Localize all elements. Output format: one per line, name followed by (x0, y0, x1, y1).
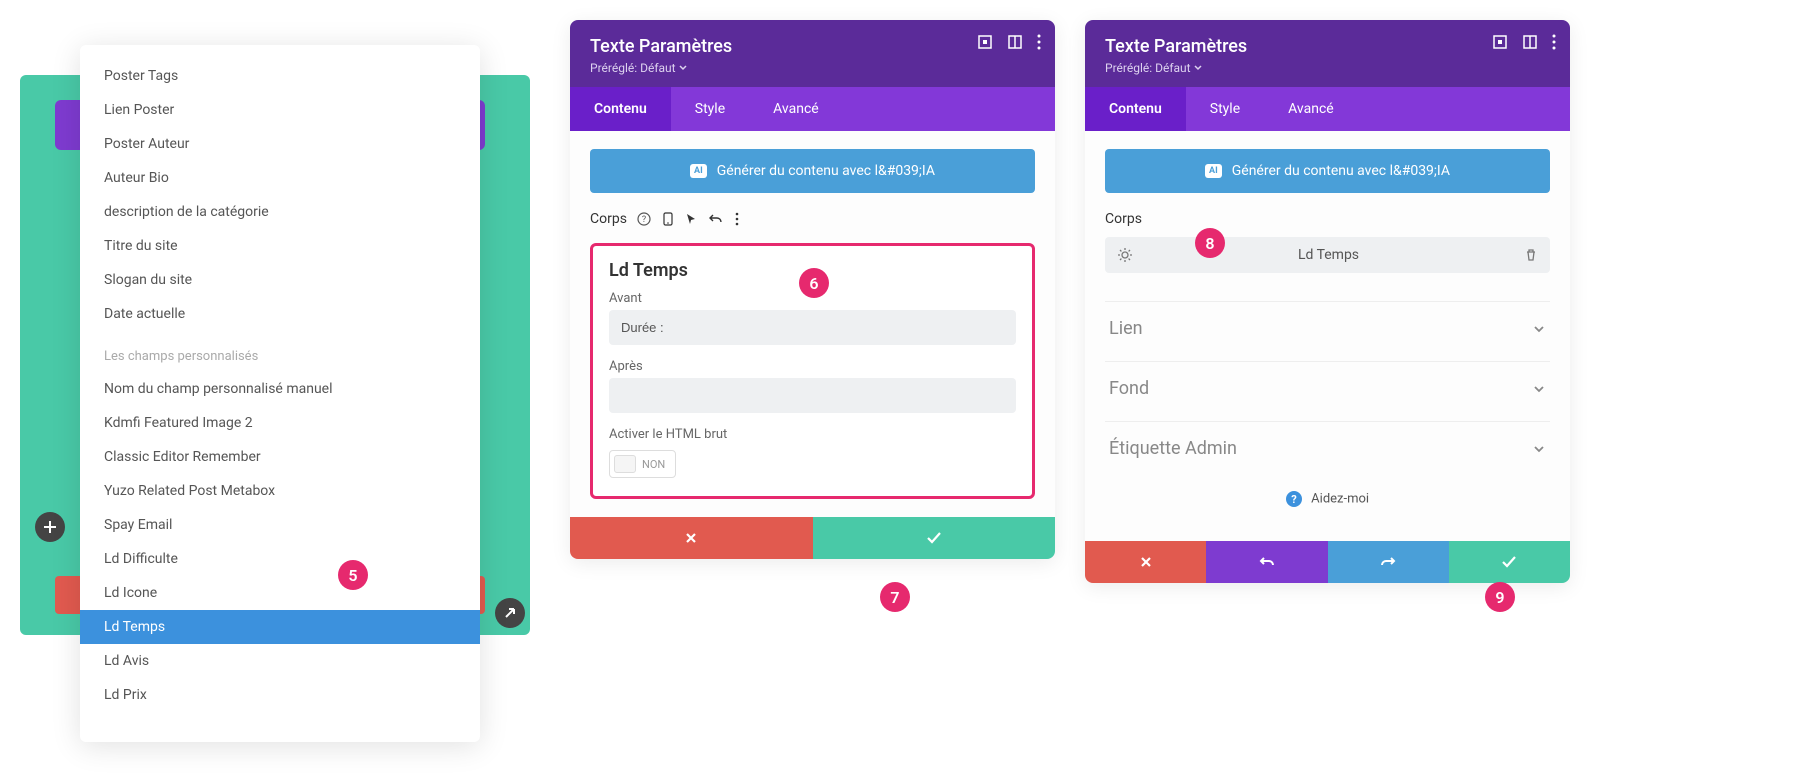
tab-content[interactable]: Contenu (570, 87, 671, 131)
step-badge-5: 5 (338, 560, 368, 590)
dropdown-item[interactable]: Ld Avis (80, 644, 480, 678)
preset-label[interactable]: Préréglé: Défaut (1105, 61, 1550, 75)
columns-icon[interactable] (1007, 34, 1023, 50)
dropdown-item[interactable]: Lien Poster (80, 93, 480, 127)
dropdown-item[interactable]: Date actuelle (80, 297, 480, 331)
dropdown-item[interactable]: Poster Auteur (80, 127, 480, 161)
corps-label: Corps (590, 211, 627, 227)
dynamic-field-row[interactable]: Ld Temps (1105, 237, 1550, 273)
dropdown-item[interactable]: Slogan du site (80, 263, 480, 297)
dropdown-item[interactable]: Ld Prix (80, 678, 480, 712)
confirm-button[interactable] (813, 517, 1056, 559)
dropdown-item[interactable]: Titre du site (80, 229, 480, 263)
cursor-icon[interactable] (685, 212, 697, 226)
after-label: Après (609, 359, 1016, 374)
tab-style[interactable]: Style (671, 87, 749, 131)
expand-circle-icon[interactable] (495, 598, 525, 628)
dropdown-item[interactable]: Nom du champ personnalisé manuel (80, 372, 480, 406)
step-badge-8: 8 (1195, 228, 1225, 258)
focus-icon[interactable] (977, 34, 993, 50)
step-badge-7: 7 (880, 582, 910, 612)
help-link[interactable]: ? Aidez-moi (1105, 475, 1550, 523)
tab-advanced[interactable]: Avancé (1264, 87, 1358, 131)
kebab-icon[interactable] (735, 212, 739, 226)
generate-ai-label: Générer du contenu avec l&#039;IA (717, 163, 935, 179)
tab-content[interactable]: Contenu (1085, 87, 1186, 131)
dropdown-item[interactable]: Ld Icone (80, 576, 480, 610)
dropdown-item[interactable]: Kdmfi Featured Image 2 (80, 406, 480, 440)
dropdown-item[interactable]: Poster Tags (80, 59, 480, 93)
ai-badge-icon: AI (690, 164, 707, 178)
redo-button[interactable] (1328, 541, 1449, 583)
corps-label: Corps (1105, 211, 1142, 227)
before-input[interactable] (609, 310, 1016, 345)
cancel-button[interactable] (570, 517, 813, 559)
tab-style[interactable]: Style (1186, 87, 1264, 131)
raw-html-toggle[interactable]: NON (609, 450, 676, 478)
chevron-down-icon (1532, 442, 1546, 456)
kebab-menu-icon[interactable] (1037, 34, 1041, 50)
step-badge-6: 6 (799, 268, 829, 298)
svg-text:?: ? (642, 215, 646, 225)
trash-icon[interactable] (1524, 248, 1538, 262)
dropdown-item[interactable]: Classic Editor Remember (80, 440, 480, 474)
dropdown-item[interactable]: Auteur Bio (80, 161, 480, 195)
ai-badge-icon: AI (1205, 164, 1222, 178)
preset-label[interactable]: Préréglé: Défaut (590, 61, 1035, 75)
panel-title: Texte Paramètres (1105, 36, 1550, 57)
cancel-button[interactable] (1085, 541, 1206, 583)
undo-icon[interactable] (709, 212, 723, 226)
kebab-menu-icon[interactable] (1552, 34, 1556, 50)
generate-ai-button[interactable]: AI Générer du contenu avec l&#039;IA (590, 149, 1035, 193)
accordion-admin-label[interactable]: Étiquette Admin (1105, 421, 1550, 475)
dynamic-content-dropdown[interactable]: Poster TagsLien PosterPoster AuteurAuteu… (80, 45, 480, 742)
accordion-background[interactable]: Fond (1105, 361, 1550, 415)
generate-ai-label: Générer du contenu avec l&#039;IA (1232, 163, 1450, 179)
accordion-link[interactable]: Lien (1105, 301, 1550, 355)
chevron-down-icon (679, 61, 687, 75)
phone-icon[interactable] (663, 212, 673, 226)
columns-icon[interactable] (1522, 34, 1538, 50)
dropdown-item[interactable]: Ld Temps (80, 610, 480, 644)
add-circle-icon[interactable] (35, 512, 65, 542)
confirm-button[interactable] (1449, 541, 1570, 583)
help-icon[interactable]: ? (637, 212, 651, 226)
panel-title: Texte Paramètres (590, 36, 1035, 57)
dropdown-item[interactable]: description de la catégorie (80, 195, 480, 229)
raw-html-label: Activer le HTML brut (609, 427, 1016, 442)
after-input[interactable] (609, 378, 1016, 413)
help-icon: ? (1286, 491, 1302, 507)
generate-ai-button[interactable]: AI Générer du contenu avec l&#039;IA (1105, 149, 1550, 193)
focus-icon[interactable] (1492, 34, 1508, 50)
chevron-down-icon (1532, 322, 1546, 336)
dropdown-item[interactable]: Ld Difficulte (80, 542, 480, 576)
chevron-down-icon (1532, 382, 1546, 396)
step-badge-9: 9 (1485, 582, 1515, 612)
undo-button[interactable] (1206, 541, 1327, 583)
dropdown-item[interactable]: Spay Email (80, 508, 480, 542)
dynamic-field-label: Ld Temps (1298, 247, 1359, 263)
dropdown-section-label: Les champs personnalisés (80, 331, 480, 372)
gear-icon[interactable] (1117, 247, 1133, 263)
dropdown-item[interactable]: Yuzo Related Post Metabox (80, 474, 480, 508)
chevron-down-icon (1194, 61, 1202, 75)
tab-advanced[interactable]: Avancé (749, 87, 843, 131)
text-settings-panel-overview: Texte Paramètres Préréglé: Défaut Conten… (1085, 20, 1570, 583)
